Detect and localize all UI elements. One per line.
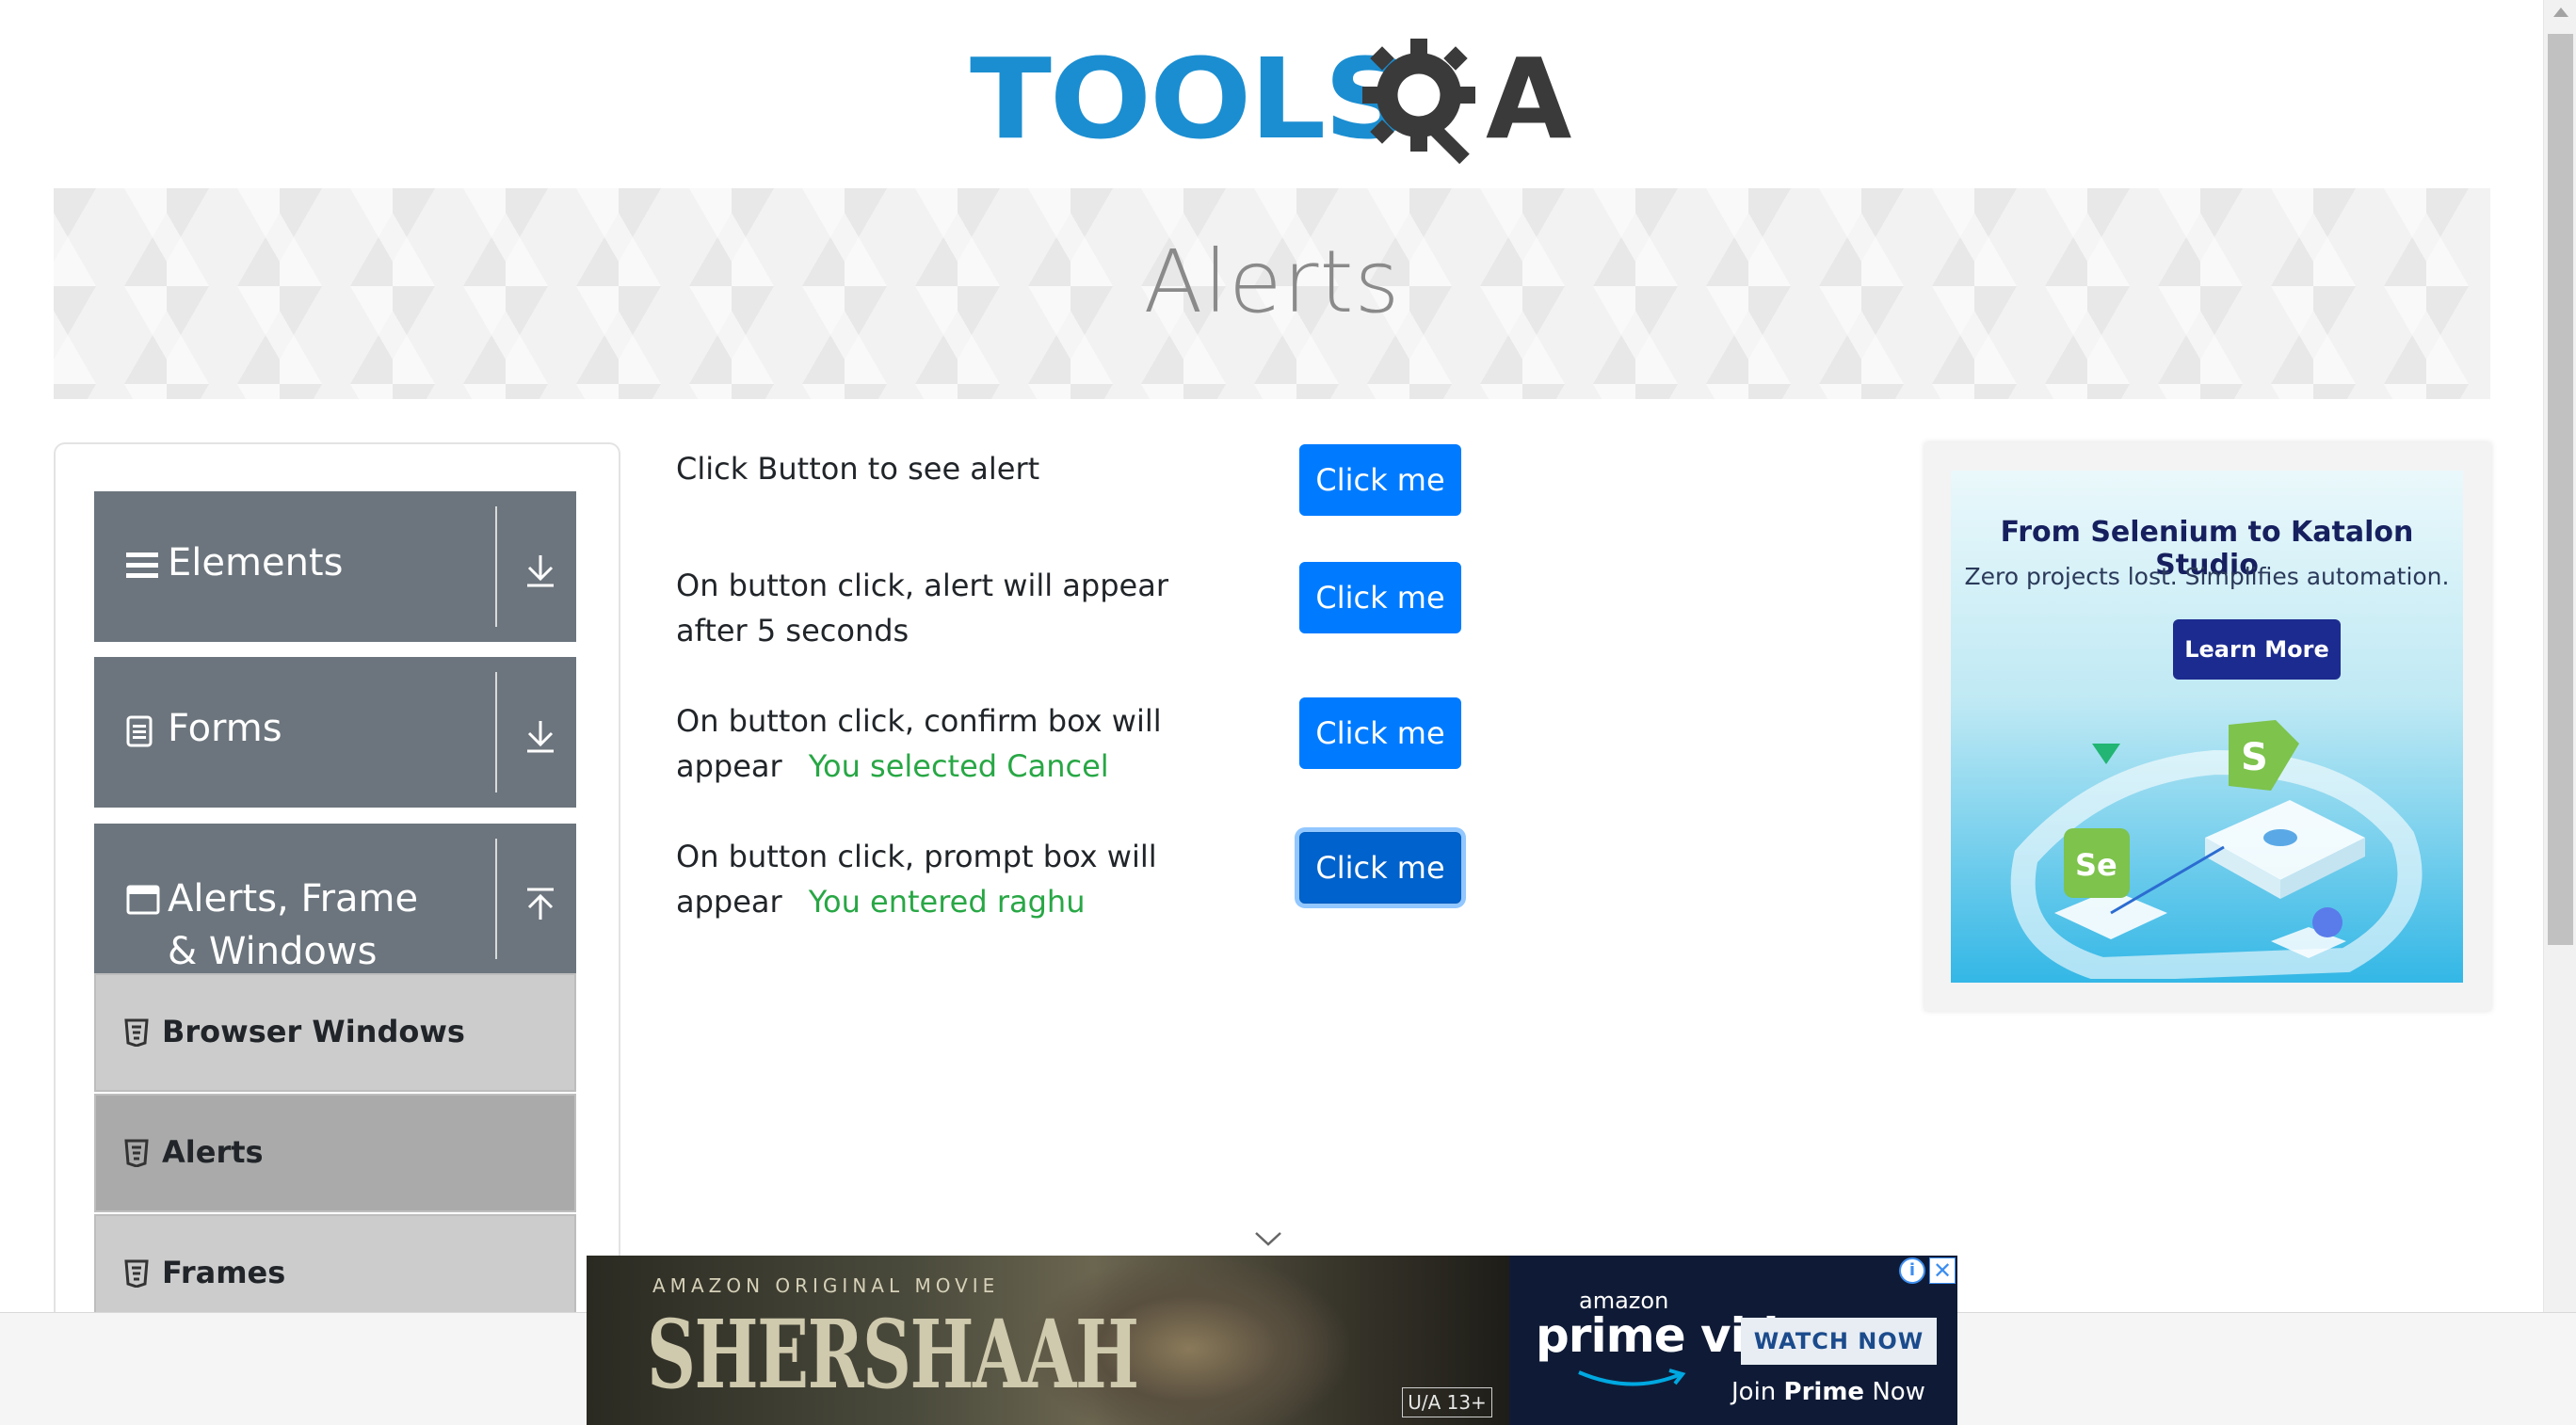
ad-subtitle: Zero projects lost. Simplifies automatio… <box>1964 563 2450 590</box>
window-icon <box>126 885 160 915</box>
vertical-scrollbar[interactable] <box>2543 0 2576 1312</box>
arrow-up-icon <box>527 888 554 920</box>
confirm-button[interactable]: Click me <box>1299 697 1461 769</box>
divider <box>495 839 497 959</box>
sidebar-group-elements[interactable]: Elements <box>94 491 576 642</box>
movie-tagline: AMAZON ORIGINAL MOVIE <box>652 1274 1000 1297</box>
divider <box>495 506 497 627</box>
sidebar-item-label: Frames <box>162 1255 286 1290</box>
confirm-result: You selected Cancel <box>808 748 1109 784</box>
join-prefix: Join <box>1731 1378 1777 1406</box>
hamburger-icon <box>126 552 158 578</box>
page-banner: Alerts <box>54 188 2490 399</box>
prime-video-ad[interactable]: AMAZON ORIGINAL MOVIE SHERSHAAH U/A 13+ … <box>587 1256 1957 1425</box>
sidebar-group-alerts-frame-windows[interactable]: Alerts, Frame & Windows <box>94 824 576 974</box>
rating-badge: U/A 13+ <box>1402 1387 1492 1417</box>
scroll-up-icon[interactable] <box>2553 8 2568 17</box>
ad-close-icon[interactable]: ✕ <box>1929 1257 1956 1284</box>
confirm-row-text: On button click, confirm box will appear… <box>676 698 1184 789</box>
timer-alert-row-text: On button click, alert will appear after… <box>676 563 1232 653</box>
join-bold: Prime <box>1783 1378 1865 1406</box>
watch-now-button[interactable]: WATCH NOW <box>1741 1318 1937 1365</box>
html5-icon <box>124 1139 149 1167</box>
sidebar-group-label: Forms <box>168 707 282 750</box>
prompt-button[interactable]: Click me <box>1299 832 1461 904</box>
prime-video-panel[interactable]: amazon prime video WATCH NOW Join Prime … <box>1509 1256 1957 1425</box>
movie-poster[interactable]: AMAZON ORIGINAL MOVIE SHERSHAAH U/A 13+ <box>587 1256 1509 1425</box>
html5-icon <box>124 1259 149 1288</box>
prompt-result: You entered raghu <box>808 884 1086 920</box>
document-icon <box>126 715 153 747</box>
sidebar-item-label: Alerts <box>162 1134 264 1170</box>
alert-description: Click Button to see alert <box>676 451 1040 487</box>
sidebar-item-alerts[interactable]: Alerts <box>94 1094 576 1212</box>
html5-icon <box>124 1018 149 1047</box>
katalon-ad-creative[interactable]: From Selenium to Katalon Studio Zero pro… <box>1951 471 2463 983</box>
arrow-down-icon <box>527 555 554 587</box>
prompt-row-text: On button click, prompt box will appear Y… <box>676 834 1184 924</box>
movie-title: SHERSHAAH <box>647 1299 1139 1410</box>
gear-magnifier-icon <box>1362 39 1475 165</box>
arrow-down-icon <box>527 721 554 753</box>
timer-alert-button[interactable]: Click me <box>1299 562 1461 633</box>
divider <box>495 672 497 793</box>
ad-info-icon[interactable]: i <box>1899 1257 1925 1284</box>
alert-button[interactable]: Click me <box>1299 444 1461 516</box>
sidebar-group-forms[interactable]: Forms <box>94 657 576 808</box>
sidebar-item-label: Browser Windows <box>162 1014 465 1049</box>
sidebar-item-browser-windows[interactable]: Browser Windows <box>94 973 576 1092</box>
selenium-badge-text: Se <box>2075 847 2117 883</box>
katalon-badge-text: S <box>2241 736 2268 779</box>
logo-text: TOOLS <box>970 34 1410 164</box>
sidebar-group-label: Alerts, Frame & Windows <box>168 877 419 973</box>
logo-suffix: A <box>1486 34 1572 164</box>
katalon-ad[interactable]: From Selenium to Katalon Studio Zero pro… <box>1924 442 2491 1011</box>
chevron-down-icon[interactable] <box>1252 1229 1284 1248</box>
sidebar-item-frames[interactable]: Frames <box>94 1214 576 1327</box>
join-suffix: Now <box>1872 1378 1925 1406</box>
toolsqa-logo[interactable]: TOOLS A <box>970 26 1582 177</box>
scroll-thumb[interactable] <box>2548 34 2573 945</box>
ad-illustration: S Se <box>2010 720 2423 979</box>
sidebar-group-label: Elements <box>168 541 344 584</box>
join-prime-text: Join Prime Now <box>1731 1378 1925 1406</box>
page-title: Alerts <box>1143 232 1401 332</box>
learn-more-button[interactable]: Learn More <box>2173 619 2341 680</box>
amazon-smile-icon <box>1578 1369 1686 1386</box>
timer-alert-description: On button click, alert will appear after… <box>676 568 1168 648</box>
alert-row-text: Click Button to see alert <box>676 446 1241 491</box>
